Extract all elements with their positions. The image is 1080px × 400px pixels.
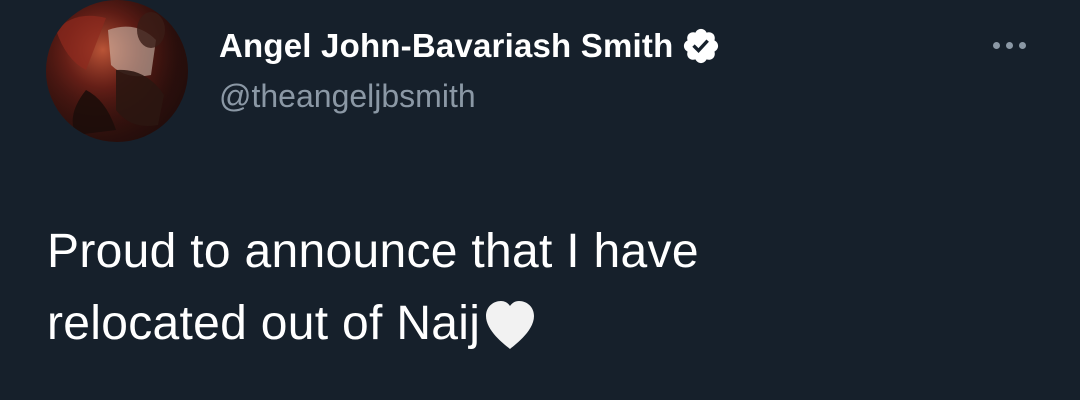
profile-photo-icon: [46, 0, 188, 142]
more-dot: [1018, 41, 1026, 49]
author-handle[interactable]: @theangeljbsmith: [219, 78, 476, 115]
author-name-row: Angel John-Bavariash Smith: [219, 24, 721, 68]
more-dot: [1005, 41, 1013, 49]
more-options-button[interactable]: [984, 28, 1034, 62]
tweet-card: Angel John-Bavariash Smith @theangeljbsm…: [0, 0, 1080, 400]
white-heart-icon: [482, 299, 538, 351]
tweet-text-line-1: Proud to announce that I have: [47, 225, 699, 278]
tweet-text-line-2-wrap: relocated out of Naij: [47, 288, 1007, 360]
tweet-text-line-2: relocated out of Naij: [47, 297, 481, 350]
verified-badge-icon: [681, 26, 721, 66]
more-dot: [992, 41, 1000, 49]
avatar[interactable]: [46, 0, 188, 142]
tweet-text: Proud to announce that I have relocated …: [47, 216, 1007, 360]
author-display-name[interactable]: Angel John-Bavariash Smith: [219, 27, 673, 65]
